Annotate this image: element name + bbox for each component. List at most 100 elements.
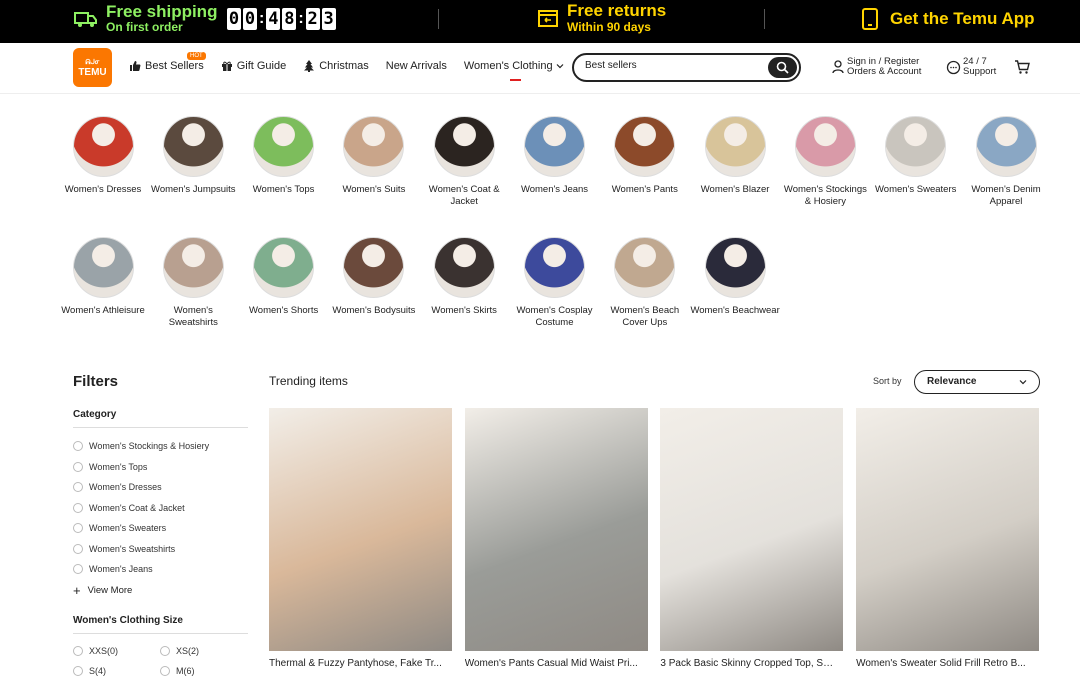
nav-new-arrivals[interactable]: New Arrivals	[386, 60, 447, 72]
category-item[interactable]: Women's Jeans	[510, 116, 600, 196]
category-option[interactable]: Women's Tops	[73, 457, 248, 478]
cart-icon[interactable]	[1014, 60, 1030, 75]
radio-button[interactable]	[73, 441, 83, 452]
category-item[interactable]: Women's Pants	[600, 116, 690, 196]
radio-button[interactable]	[160, 666, 170, 677]
radio-button[interactable]	[73, 666, 83, 677]
category-option[interactable]: Women's Jeans	[73, 559, 248, 580]
category-item[interactable]: Women's Stockings & Hosiery	[780, 116, 870, 208]
top-nav: Best Sellers HOT Gift Guide Christmas Ne…	[129, 52, 581, 81]
category-image	[343, 237, 405, 298]
account-menu[interactable]: Sign in / Register Orders & Account	[832, 57, 921, 77]
category-image	[704, 237, 766, 298]
search-button[interactable]	[768, 57, 797, 78]
radio-button[interactable]	[73, 564, 83, 575]
category-option[interactable]: Women's Dresses	[73, 477, 248, 498]
product-title[interactable]: Thermal & Fuzzy Pantyhose, Fake Tr...	[269, 658, 444, 669]
category-item[interactable]: Women's Denim Apparel	[961, 116, 1051, 208]
product-title[interactable]: Women's Sweater Solid Frill Retro B...	[856, 658, 1031, 669]
category-item[interactable]: Women's Sweatshirts	[148, 237, 238, 329]
category-item[interactable]: Women's Beach Cover Ups	[600, 237, 690, 329]
radio-button[interactable]	[73, 482, 83, 493]
category-image	[524, 237, 585, 298]
category-item[interactable]: Women's Blazer	[690, 116, 780, 196]
radio-button[interactable]	[73, 502, 83, 513]
free-shipping-promo[interactable]: Free shipping On first order	[74, 3, 217, 34]
temu-logo[interactable]: ᕱᒍᓂ TEMU	[73, 48, 112, 87]
category-item[interactable]: Women's Tops	[239, 116, 329, 196]
timer-digit: 8	[282, 8, 297, 30]
product-card[interactable]: 3 Pack Basic Skinny Cropped Top, Sh...	[660, 408, 844, 669]
support-link[interactable]: 24 / 7 Support	[946, 57, 996, 77]
phone-icon	[862, 8, 878, 30]
chevron-down-icon	[556, 64, 564, 69]
radio-button[interactable]	[73, 523, 83, 534]
search-icon	[776, 61, 789, 74]
product-image[interactable]	[269, 408, 452, 651]
category-item[interactable]: Women's Cosplay Costume	[510, 237, 600, 329]
timer-digit: 3	[321, 8, 336, 30]
category-label: Women's Shorts	[248, 305, 319, 316]
category-label: Women's Jeans	[520, 184, 589, 195]
category-item[interactable]: Women's Beachwear	[690, 237, 780, 317]
product-card[interactable]: Women's Pants Casual Mid Waist Pri...	[464, 408, 648, 669]
sort-select[interactable]: Relevance	[914, 370, 1040, 394]
product-card[interactable]: Thermal & Fuzzy Pantyhose, Fake Tr...	[269, 408, 452, 669]
size-options: XXS(0) XS(2) S(4) M(6)	[73, 641, 248, 681]
radio-button[interactable]	[73, 645, 83, 656]
product-card[interactable]: Women's Sweater Solid Frill Retro B...	[856, 408, 1040, 669]
category-option[interactable]: Women's Stockings & Hosiery	[73, 436, 248, 457]
timer-digit: 0	[227, 8, 241, 30]
option-label: Women's Sweaters	[89, 523, 167, 534]
category-image	[524, 116, 585, 177]
search-input[interactable]	[585, 60, 755, 71]
category-item[interactable]: Women's Bodysuits	[329, 237, 419, 317]
free-returns-promo[interactable]: Free returns Within 90 days	[538, 2, 666, 34]
category-option[interactable]: Women's Sweaters	[73, 518, 248, 539]
size-option[interactable]: M(6)	[160, 661, 247, 681]
category-image	[253, 116, 315, 177]
view-more-button[interactable]: + View More	[73, 583, 248, 598]
size-option[interactable]: S(4)	[73, 661, 160, 681]
size-option[interactable]: XXS(0)	[73, 641, 160, 662]
category-item[interactable]: Women's Jumpsuits	[148, 116, 238, 196]
category-label: Women's Sweatshirts	[168, 305, 218, 328]
option-label: XXS(0)	[89, 645, 119, 656]
nav-womens-clothing[interactable]: Women's Clothing	[464, 60, 564, 81]
timer-digit: 4	[266, 8, 281, 30]
filters-panel: Filters Category Women's Stockings & Hos…	[73, 373, 248, 681]
category-option[interactable]: Women's Coat & Jacket	[73, 498, 248, 519]
product-image[interactable]	[464, 408, 648, 651]
product-title[interactable]: Women's Pants Casual Mid Waist Pri...	[465, 658, 640, 669]
nav-gift-guide[interactable]: Gift Guide	[221, 60, 286, 72]
category-item[interactable]: Women's Coat & Jacket	[419, 116, 509, 208]
nav-label: Best Sellers	[145, 60, 204, 72]
hot-badge: HOT	[187, 52, 206, 60]
nav-christmas[interactable]: Christmas	[303, 60, 369, 72]
radio-button[interactable]	[160, 645, 170, 656]
radio-button[interactable]	[73, 461, 83, 472]
truck-icon	[74, 11, 97, 27]
category-item[interactable]: Women's Suits	[329, 116, 419, 196]
size-option[interactable]: XS(2)	[160, 641, 247, 662]
product-image[interactable]	[856, 408, 1040, 651]
category-label: Women's Bodysuits	[332, 305, 416, 316]
category-item[interactable]: Women's Dresses	[58, 116, 148, 196]
nav-best-sellers[interactable]: Best Sellers HOT	[129, 52, 206, 72]
category-image	[975, 116, 1037, 177]
category-item[interactable]: Women's Athleisure	[58, 237, 148, 317]
category-image	[433, 116, 495, 177]
category-item[interactable]: Women's Shorts	[239, 237, 329, 317]
return-box-icon	[538, 10, 558, 27]
category-label: Women's Beachwear	[690, 305, 780, 316]
radio-button[interactable]	[73, 543, 83, 554]
category-item[interactable]: Women's Skirts	[419, 237, 509, 317]
option-label: Women's Stockings & Hosiery	[89, 441, 210, 452]
get-app-link[interactable]: Get the Temu App	[862, 8, 1035, 30]
category-item[interactable]: Women's Sweaters	[871, 116, 961, 196]
search-box	[572, 53, 801, 82]
category-option[interactable]: Women's Sweatshirts	[73, 539, 248, 560]
product-title[interactable]: 3 Pack Basic Skinny Cropped Top, Sh...	[660, 658, 835, 669]
category-label: Women's Suits	[342, 184, 406, 195]
product-image[interactable]	[660, 408, 844, 651]
